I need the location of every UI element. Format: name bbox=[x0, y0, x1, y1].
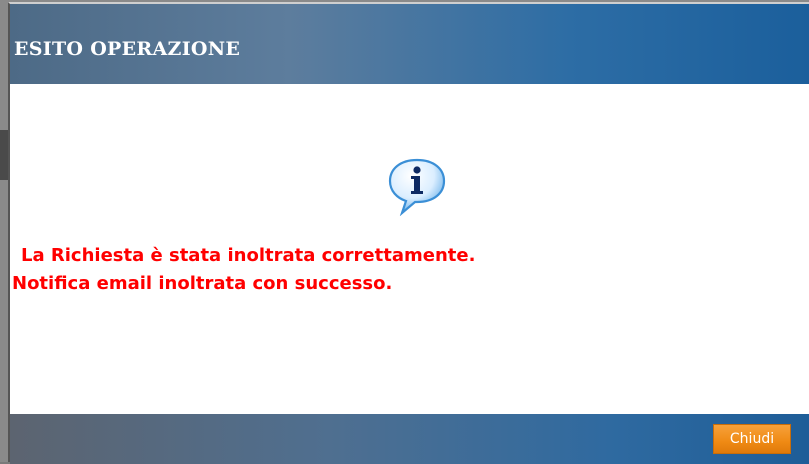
background-window-edge bbox=[0, 130, 8, 180]
close-button[interactable]: Chiudi bbox=[713, 424, 791, 454]
message-line-request: La Richiesta è stata inoltrata correttam… bbox=[21, 245, 476, 266]
info-icon bbox=[388, 158, 446, 216]
dialog-body: La Richiesta è stata inoltrata correttam… bbox=[10, 84, 809, 414]
dialog-title: ESITO OPERAZIONE bbox=[14, 38, 241, 60]
result-message: La Richiesta è stata inoltrata correttam… bbox=[12, 242, 475, 298]
message-line-email: Notifica email inoltrata con successo. bbox=[12, 273, 393, 294]
dialog-titlebar: ESITO OPERAZIONE bbox=[10, 4, 809, 84]
result-dialog: ESITO OPERAZIONE La Richiesta è stata in… bbox=[8, 2, 809, 464]
dialog-footer: Chiudi bbox=[10, 414, 809, 464]
